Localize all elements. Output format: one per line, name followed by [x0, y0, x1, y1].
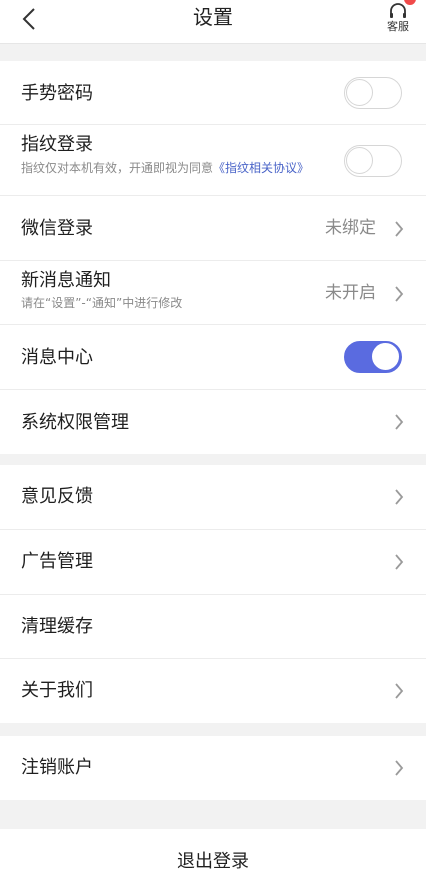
about-us-label: 关于我们: [21, 680, 93, 701]
page-title: 设置: [193, 5, 233, 29]
gesture-password-toggle[interactable]: [344, 77, 402, 109]
ad-management-label: 广告管理: [21, 551, 93, 572]
gesture-password-row: 手势密码: [0, 61, 426, 125]
cancel-account-row[interactable]: 注销账户: [0, 736, 426, 800]
chevron-right-icon: [395, 286, 404, 302]
logout-button[interactable]: 退出登录: [0, 829, 426, 890]
headset-icon: [390, 3, 406, 18]
fingerprint-login-desc: 指纹仅对本机有效，开通即视为同意《指纹相关协议》: [21, 161, 331, 175]
header-bar: 设置 客服: [0, 0, 426, 44]
general-section: 意见反馈 广告管理 清理缓存 关于我们: [0, 465, 426, 723]
feedback-row[interactable]: 意见反馈: [0, 465, 426, 530]
fingerprint-agreement-link[interactable]: 《指纹相关协议》: [213, 161, 309, 175]
message-center-row: 消息中心: [0, 325, 426, 390]
fingerprint-login-row: 指纹登录 指纹仅对本机有效，开通即视为同意《指纹相关协议》: [0, 125, 426, 196]
toggle-knob: [346, 79, 373, 106]
customer-service-button[interactable]: 客服: [384, 0, 416, 40]
chevron-right-icon: [395, 221, 404, 237]
message-center-toggle[interactable]: [344, 341, 402, 373]
ad-management-row[interactable]: 广告管理: [0, 530, 426, 595]
fingerprint-desc-text: 指纹仅对本机有效，开通即视为同意: [21, 161, 214, 175]
chevron-right-icon: [395, 760, 404, 776]
clear-cache-label: 清理缓存: [21, 616, 93, 637]
logout-label: 退出登录: [177, 850, 249, 872]
wechat-login-row[interactable]: 微信登录 未绑定: [0, 196, 426, 261]
notify-desc: 请在“设置”-“通知”中进行修改: [21, 296, 183, 310]
toggle-knob: [372, 343, 399, 370]
new-message-notify-row[interactable]: 新消息通知 请在“设置”-“通知”中进行修改 未开启: [0, 261, 426, 325]
chevron-right-icon: [395, 414, 404, 430]
message-center-label: 消息中心: [21, 347, 93, 368]
chevron-right-icon: [395, 683, 404, 699]
toggle-knob: [346, 147, 373, 174]
fingerprint-login-toggle[interactable]: [344, 145, 402, 177]
notify-status: 未开启: [325, 283, 376, 303]
new-message-notify-label: 新消息通知: [21, 270, 111, 291]
chevron-right-icon: [395, 489, 404, 505]
security-section: 手势密码 指纹登录 指纹仅对本机有效，开通即视为同意《指纹相关协议》 微信登录 …: [0, 61, 426, 454]
system-permission-label: 系统权限管理: [21, 412, 129, 433]
clear-cache-row[interactable]: 清理缓存: [0, 595, 426, 659]
customer-service-label: 客服: [387, 20, 409, 33]
chevron-right-icon: [395, 554, 404, 570]
about-us-row[interactable]: 关于我们: [0, 659, 426, 723]
gesture-password-label: 手势密码: [21, 83, 93, 104]
wechat-login-label: 微信登录: [21, 218, 93, 239]
fingerprint-login-label: 指纹登录: [21, 134, 93, 155]
feedback-label: 意见反馈: [21, 486, 93, 507]
cancel-account-label: 注销账户: [21, 757, 93, 778]
account-section: 注销账户: [0, 736, 426, 800]
wechat-status: 未绑定: [325, 218, 376, 238]
system-permission-row[interactable]: 系统权限管理: [0, 390, 426, 454]
